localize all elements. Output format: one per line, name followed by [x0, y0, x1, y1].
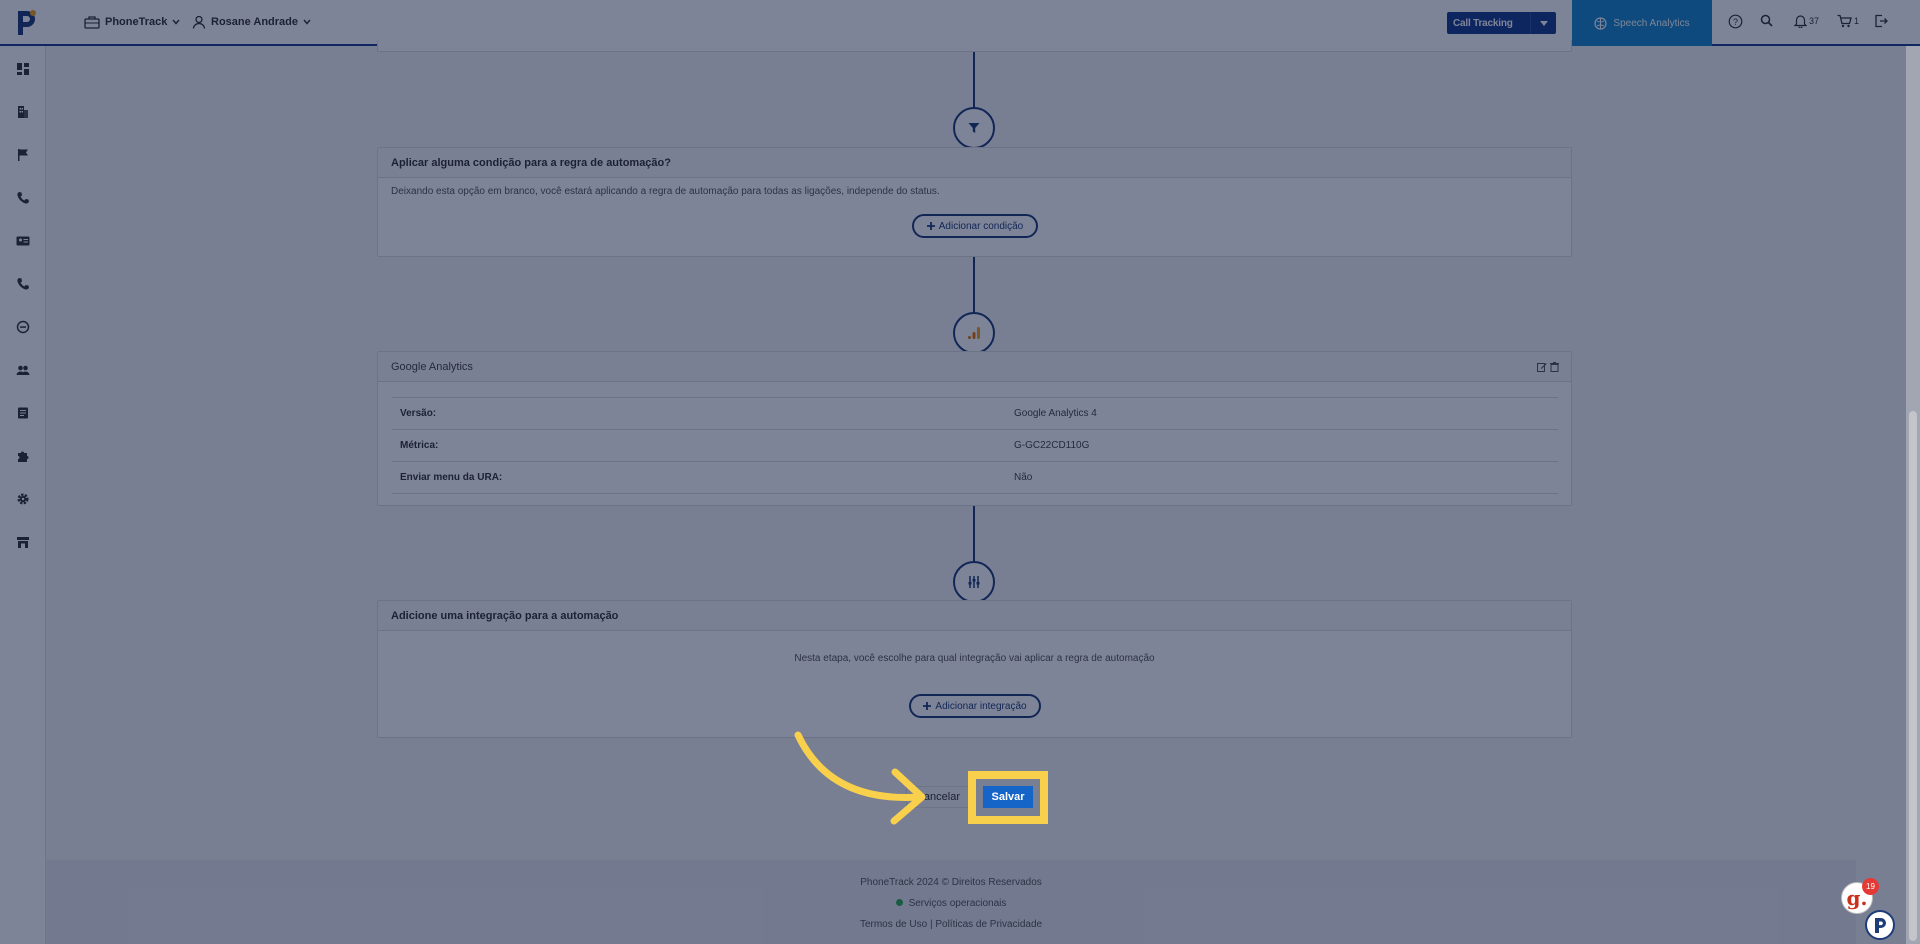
sliders-icon	[968, 576, 980, 588]
google-analytics-icon	[968, 327, 980, 339]
guide-widget-count: 19	[1862, 878, 1879, 895]
ga-card-header: Google Analytics	[378, 352, 1571, 382]
cart-icon	[1837, 14, 1852, 28]
phone-icon[interactable]	[16, 191, 30, 205]
notifications-button[interactable]: 37	[1794, 14, 1819, 28]
search-button[interactable]	[1760, 14, 1773, 27]
puzzle-icon[interactable]	[16, 449, 30, 463]
ga-version-label: Versão:	[400, 408, 437, 419]
id-card-icon[interactable]	[16, 234, 30, 248]
logout-button[interactable]	[1874, 14, 1888, 28]
ga-version-value: Google Analytics 4	[1014, 408, 1097, 419]
building-icon[interactable]	[16, 105, 30, 119]
call-tracking-label: Call Tracking	[1453, 17, 1513, 29]
logout-icon	[1875, 14, 1888, 28]
condition-card-description: Deixando esta opção em branco, você esta…	[391, 186, 940, 197]
condition-card: Aplicar alguma condição para a regra de …	[377, 147, 1572, 257]
chevron-down-icon	[303, 19, 311, 25]
cart-count: 1	[1854, 16, 1860, 26]
trash-icon[interactable]	[1550, 362, 1559, 372]
ga-metric-value: G-GC22CD110G	[1014, 440, 1090, 451]
add-integration-label: Adicionar integração	[935, 700, 1027, 712]
ga-step-circle	[953, 312, 995, 354]
dashboard-icon[interactable]	[16, 62, 30, 76]
ga-ura-value: Não	[1014, 472, 1033, 483]
save-button-highlighted[interactable]: Salvar	[983, 786, 1033, 808]
phonetrack-logo[interactable]	[14, 7, 40, 37]
bell-icon	[1794, 15, 1807, 28]
integration-card-title: Adicione uma integração para a automação	[378, 601, 1571, 631]
svg-text:?: ?	[1733, 17, 1738, 27]
footer-links[interactable]: Termos de Uso | Políticas de Privacidade	[46, 919, 1856, 930]
briefcase-icon	[84, 16, 100, 29]
ga-details-table: Versão: Google Analytics 4 Métrica: G-GC…	[392, 397, 1558, 494]
integration-step-circle	[953, 561, 995, 603]
filter-icon	[968, 123, 980, 133]
previous-card	[377, 40, 1572, 52]
flow-connector	[973, 506, 975, 566]
ga-ura-label: Enviar menu da URA:	[400, 472, 503, 483]
speech-analytics-label: Speech Analytics	[1613, 17, 1690, 29]
plus-icon	[923, 702, 932, 710]
help-icon: ?	[1728, 14, 1743, 29]
speech-analytics-button[interactable]: Speech Analytics	[1572, 0, 1712, 46]
help-button[interactable]: ?	[1728, 14, 1743, 29]
user-menu-label: Rosane Andrade	[211, 16, 299, 28]
scrollbar-thumb[interactable]	[1909, 411, 1917, 941]
footer-status: Serviços operacionais	[46, 898, 1856, 909]
product-menu-label: PhoneTrack	[105, 16, 168, 28]
caret-down-icon	[1530, 12, 1556, 34]
edit-icon[interactable]	[1537, 362, 1547, 372]
brain-icon	[1594, 16, 1608, 30]
footer-status-text: Serviços operacionais	[908, 898, 1007, 909]
google-analytics-card: Google Analytics Versão: Google Analytic…	[377, 351, 1572, 506]
status-dot-icon	[895, 899, 903, 906]
book-icon[interactable]	[16, 406, 30, 420]
table-row: Versão: Google Analytics 4	[392, 398, 1558, 430]
search-icon	[1760, 14, 1773, 27]
page-scrollbar[interactable]	[1906, 46, 1920, 944]
sidebar	[0, 46, 46, 944]
chat-widget-icon[interactable]	[1865, 910, 1895, 940]
add-condition-label: Adicionar condição	[938, 220, 1024, 232]
ga-metric-label: Métrica:	[400, 440, 439, 451]
user-icon	[192, 15, 206, 29]
condition-card-title: Aplicar alguma condição para a regra de …	[378, 148, 1571, 178]
table-row: Enviar menu da URA: Não	[392, 462, 1558, 494]
product-menu[interactable]: PhoneTrack	[84, 15, 180, 29]
phone-call-icon[interactable]	[16, 277, 30, 291]
footer: PhoneTrack 2024 © Direitos Reservados Se…	[46, 860, 1856, 944]
integration-card: Adicione uma integração para a automação…	[377, 600, 1572, 738]
gear-icon[interactable]	[16, 492, 30, 506]
condition-step-circle	[953, 107, 995, 149]
footer-copyright: PhoneTrack 2024 © Direitos Reservados	[860, 877, 1042, 888]
notifications-count: 37	[1809, 16, 1820, 26]
add-integration-button[interactable]: Adicionar integração	[909, 694, 1041, 718]
plus-icon	[926, 222, 935, 230]
flow-connector	[973, 52, 975, 112]
integration-card-description: Nesta etapa, você escolhe para qual inte…	[794, 653, 1155, 664]
table-row: Métrica: G-GC22CD110G	[392, 430, 1558, 462]
ga-card-title: Google Analytics	[391, 360, 473, 373]
minus-circle-icon[interactable]	[16, 320, 30, 334]
flow-connector	[973, 257, 975, 317]
pointer-arrow	[794, 731, 926, 825]
flag-icon[interactable]	[16, 148, 30, 162]
chevron-down-icon	[172, 19, 180, 25]
user-menu[interactable]: Rosane Andrade	[192, 15, 311, 29]
store-icon[interactable]	[16, 535, 30, 549]
call-tracking-select[interactable]: Call Tracking	[1447, 12, 1556, 34]
users-icon[interactable]	[16, 363, 30, 377]
cart-button[interactable]: 1	[1837, 14, 1859, 28]
add-condition-button[interactable]: Adicionar condição	[912, 214, 1038, 238]
